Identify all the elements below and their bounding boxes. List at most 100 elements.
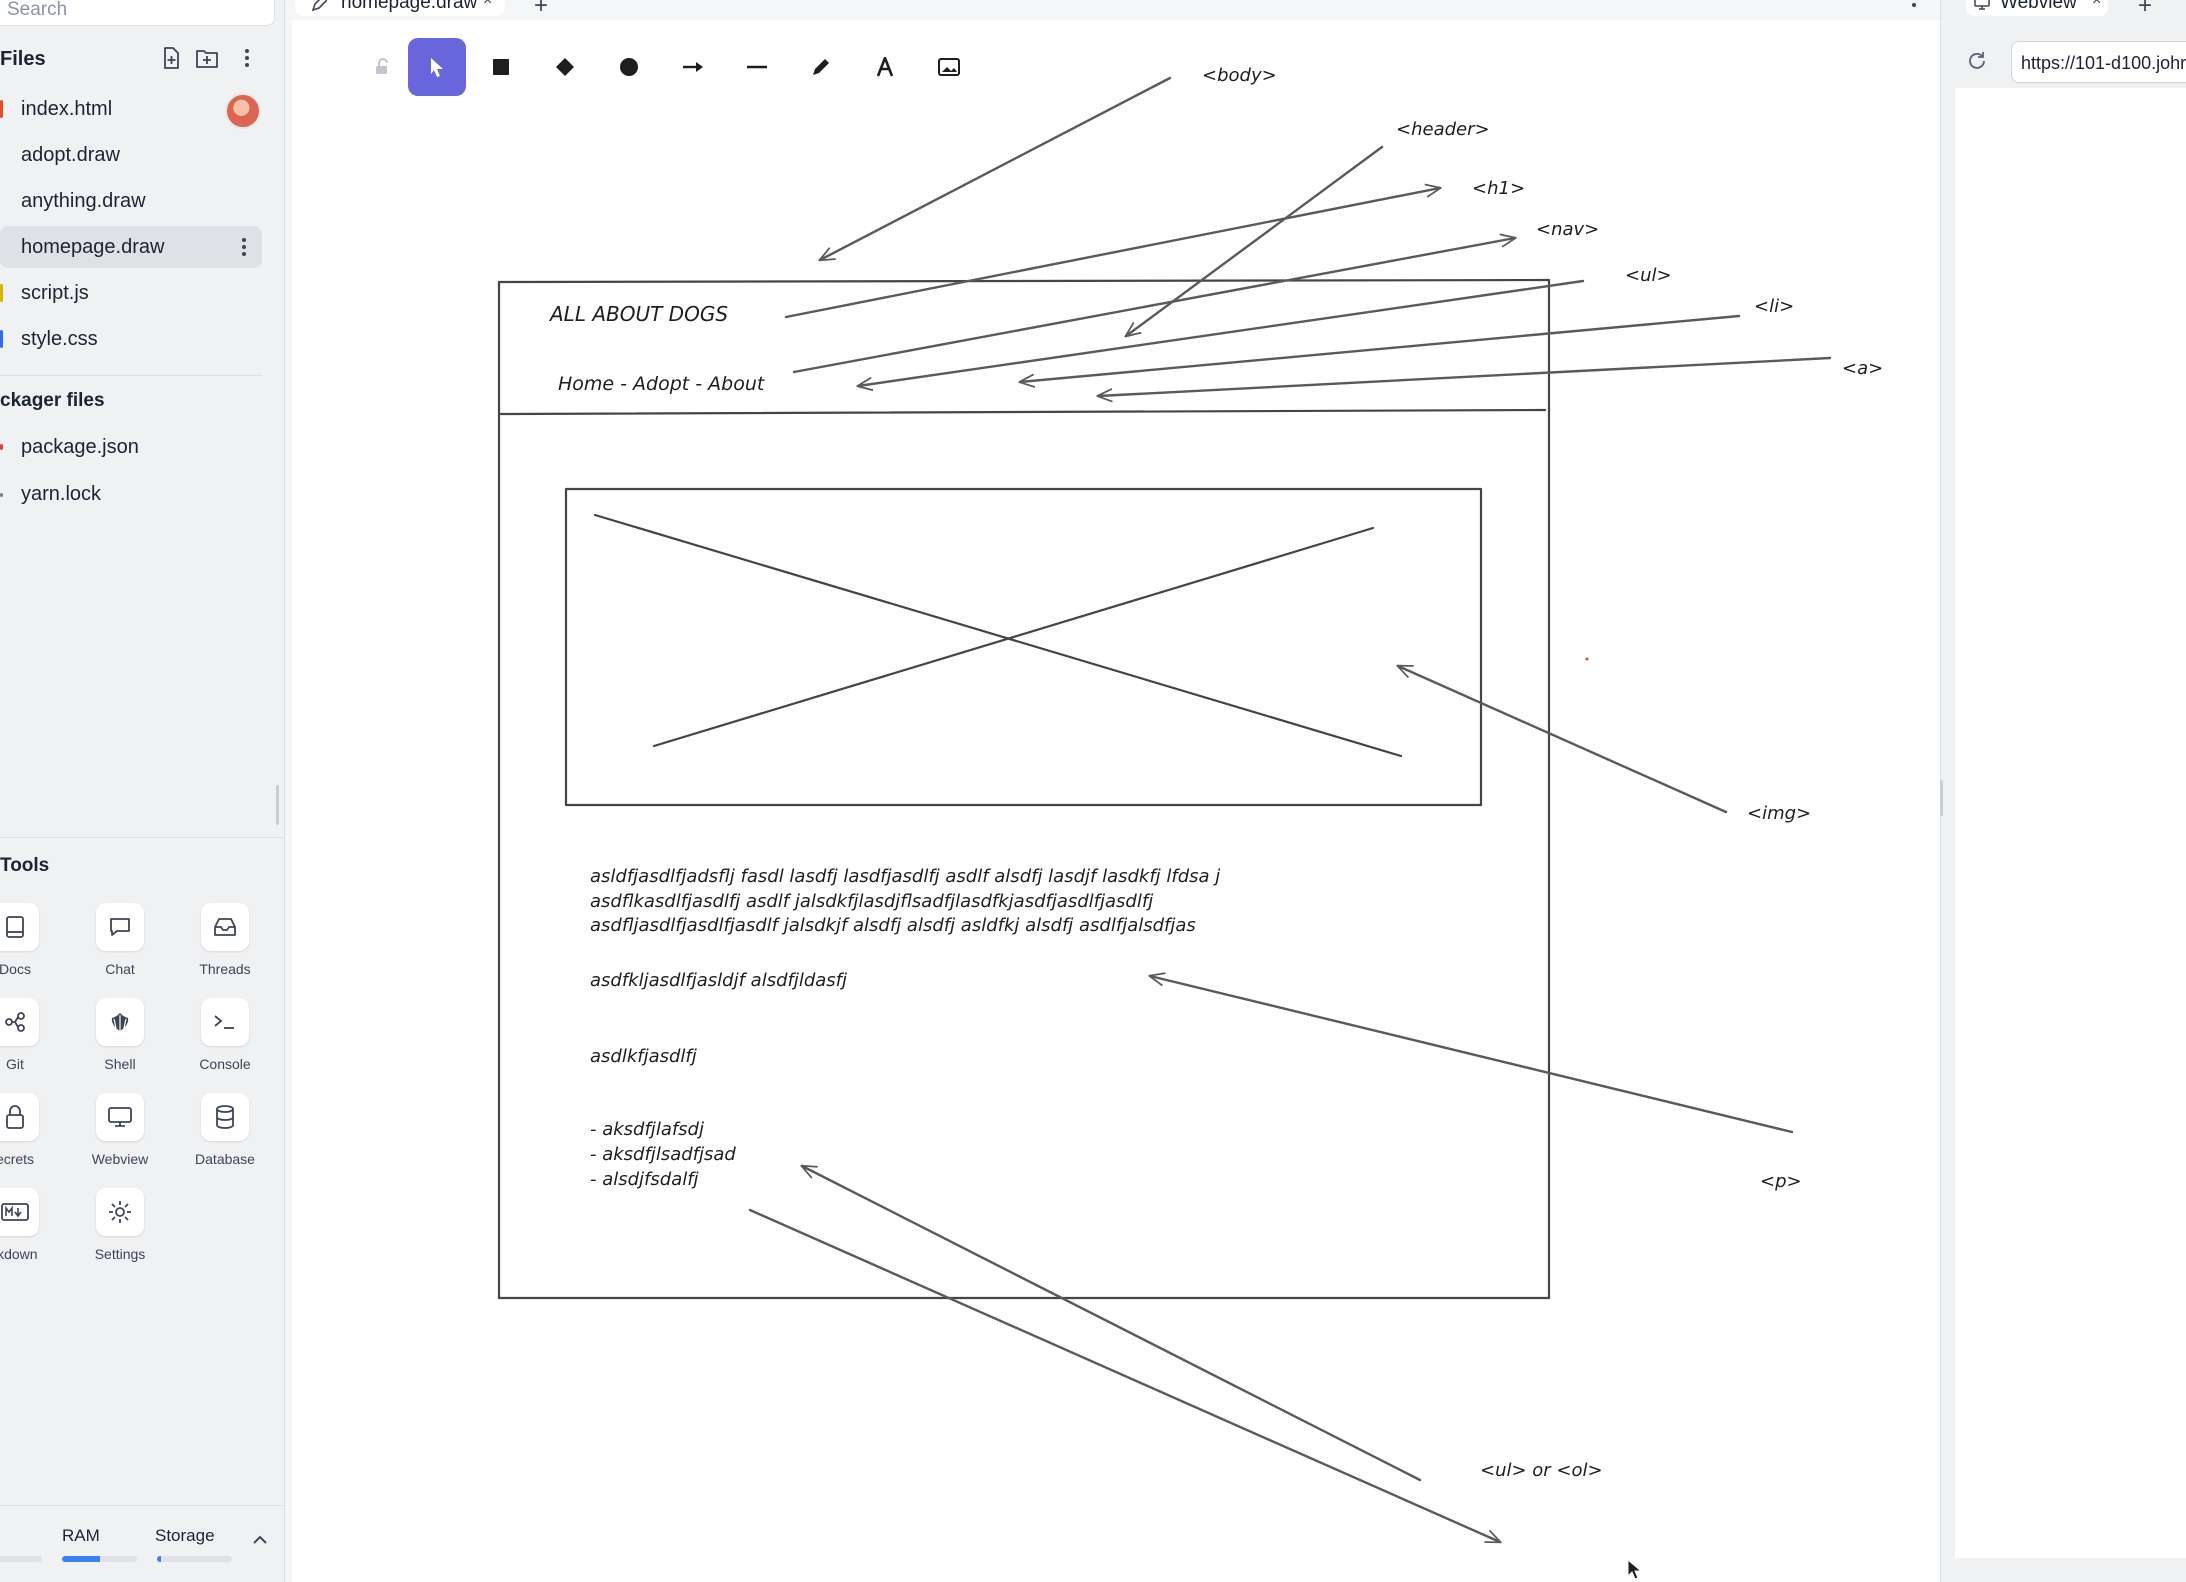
packager-section-title: ckager files bbox=[0, 390, 105, 411]
list-arrow-up bbox=[802, 1166, 1422, 1482]
tool-label: Threads bbox=[199, 961, 251, 977]
lock-file-icon bbox=[0, 493, 3, 497]
add-tab-icon[interactable]: + bbox=[534, 0, 548, 20]
sketch-list-item: - aksdfjlsadfjsad bbox=[590, 1144, 736, 1165]
search-input[interactable]: Search bbox=[0, 0, 275, 26]
sketch-list-item: - aksdfjlafsdj bbox=[590, 1119, 704, 1140]
storage-label: Storage bbox=[155, 1526, 215, 1545]
add-tab-icon[interactable]: + bbox=[2138, 0, 2152, 20]
mouse-cursor-icon bbox=[1627, 1558, 1643, 1580]
divider bbox=[0, 837, 285, 838]
sketch-paragraph-line: asdfljasdlfjasdlfjasdlf jalsdkjf alsdfj … bbox=[590, 915, 1196, 936]
annotation-li: <li> bbox=[1754, 296, 1794, 317]
tool-docs[interactable]: Docs bbox=[0, 903, 65, 989]
chevron-up-icon[interactable] bbox=[252, 1532, 268, 1550]
file-options-icon[interactable] bbox=[232, 234, 256, 260]
nav-arrow bbox=[792, 238, 1515, 374]
annotation-list: <ul> or <ol> bbox=[1480, 1460, 1603, 1481]
tab-homepage-draw[interactable]: homepage.draw × bbox=[295, 0, 505, 16]
resource-usage-bar[interactable]: RAM Storage bbox=[0, 1505, 285, 1582]
gear-icon bbox=[96, 1188, 144, 1236]
header-divider bbox=[499, 408, 1547, 416]
sketch-paragraph-line: asldfjasdlfjadsflj fasdl lasdfj lasdfjas… bbox=[590, 866, 1220, 887]
tool-settings[interactable]: Settings bbox=[70, 1188, 170, 1274]
chat-icon bbox=[96, 903, 144, 951]
file-name: package.json bbox=[21, 436, 139, 458]
tool-label: Chat bbox=[105, 961, 135, 977]
sketch-paragraph-3: asdlkfjasdlfj bbox=[590, 1046, 697, 1067]
file-name: script.js bbox=[21, 282, 89, 304]
annotation-body: <body> bbox=[1202, 65, 1277, 86]
file-name: style.css bbox=[21, 328, 98, 350]
sketch-list-item: - alsdjfsdalfj bbox=[590, 1169, 699, 1190]
stray-dot bbox=[1585, 657, 1589, 661]
file-name: anything.draw bbox=[21, 190, 146, 212]
file-item-anything-draw[interactable]: anything.draw bbox=[0, 180, 262, 222]
markdown-icon bbox=[0, 1188, 39, 1236]
shell-icon bbox=[96, 998, 144, 1046]
tool-label: rkdown bbox=[0, 1246, 38, 1262]
image-cross-line bbox=[593, 513, 1403, 758]
tool-secrets[interactable]: ecrets bbox=[0, 1093, 65, 1179]
ram-label: RAM bbox=[62, 1526, 100, 1545]
avatar bbox=[225, 93, 261, 129]
search-placeholder: Search bbox=[7, 0, 68, 20]
annotation-ul: <ul> bbox=[1625, 265, 1672, 286]
json-file-icon bbox=[0, 444, 3, 450]
ram-usage-track bbox=[62, 1556, 137, 1562]
tool-console[interactable]: Console bbox=[175, 998, 275, 1084]
new-file-icon[interactable] bbox=[158, 45, 184, 71]
tool-label: Shell bbox=[104, 1056, 136, 1072]
tool-markdown[interactable]: rkdown bbox=[0, 1188, 65, 1274]
annotation-nav: <nav> bbox=[1536, 219, 1599, 240]
list-arrow-down bbox=[748, 1208, 1500, 1542]
js-file-icon bbox=[0, 284, 3, 302]
file-item-homepage-draw[interactable]: homepage.draw bbox=[0, 226, 262, 268]
tab-label: homepage.draw bbox=[341, 0, 478, 13]
tool-shell[interactable]: Shell bbox=[70, 998, 170, 1084]
img-arrow bbox=[1398, 666, 1728, 814]
annotation-h1: <h1> bbox=[1472, 178, 1525, 199]
h1-arrow bbox=[784, 188, 1440, 319]
tool-chat[interactable]: Chat bbox=[70, 903, 170, 989]
file-item-style-css[interactable]: style.css bbox=[0, 318, 262, 360]
database-icon bbox=[201, 1093, 249, 1141]
url-input[interactable]: https://101-d100.johr bbox=[2011, 41, 2186, 83]
divider bbox=[0, 375, 262, 376]
html-file-icon bbox=[0, 100, 3, 118]
close-icon[interactable]: × bbox=[2092, 0, 2101, 10]
tool-label: Console bbox=[199, 1056, 251, 1072]
close-icon[interactable]: × bbox=[483, 0, 492, 10]
new-folder-icon[interactable] bbox=[194, 45, 220, 71]
file-item-package-json[interactable]: package.json bbox=[0, 426, 262, 468]
sketch-h1-text: ALL ABOUT DOGS bbox=[548, 302, 728, 326]
sketch-paragraph-2: asdfkljasdlfjasldjf alsdfjldasfj bbox=[590, 970, 847, 991]
editor-tab-bar: homepage.draw × + bbox=[285, 0, 1940, 20]
files-section-title: Files bbox=[0, 48, 46, 70]
tool-threads[interactable]: Threads bbox=[175, 903, 275, 989]
file-item-adopt-draw[interactable]: adopt.draw bbox=[0, 134, 262, 176]
webview-content[interactable] bbox=[1955, 88, 2186, 1558]
tools-section-title: Tools bbox=[0, 855, 50, 876]
url-text: https://101-d100.johr bbox=[2021, 53, 2186, 73]
file-item-script-js[interactable]: script.js bbox=[0, 272, 262, 314]
webview-footer bbox=[1955, 1560, 2186, 1582]
pane-menu-icon[interactable] bbox=[1911, 0, 1917, 15]
pane-resize-handle[interactable] bbox=[1940, 780, 1943, 816]
tab-webview[interactable]: Webview × bbox=[1966, 0, 2108, 16]
tool-label: Git bbox=[6, 1056, 24, 1072]
li-arrow bbox=[1020, 314, 1741, 382]
files-menu-icon[interactable] bbox=[234, 45, 260, 71]
sidebar: Search Files index.html adopt.draw anyth… bbox=[0, 0, 285, 1582]
file-name: index.html bbox=[21, 98, 113, 120]
file-item-index-html[interactable]: index.html bbox=[0, 88, 262, 130]
image-cross-line bbox=[652, 526, 1375, 748]
tool-git[interactable]: Git bbox=[0, 998, 65, 1084]
tool-webview[interactable]: Webview bbox=[70, 1093, 170, 1179]
file-name: homepage.draw bbox=[21, 236, 165, 258]
file-item-yarn-lock[interactable]: yarn.lock bbox=[0, 473, 262, 515]
tool-label: Docs bbox=[0, 961, 31, 977]
sidebar-resize-handle[interactable] bbox=[276, 785, 279, 825]
tool-database[interactable]: Database bbox=[175, 1093, 275, 1179]
refresh-icon[interactable] bbox=[1966, 50, 1988, 77]
